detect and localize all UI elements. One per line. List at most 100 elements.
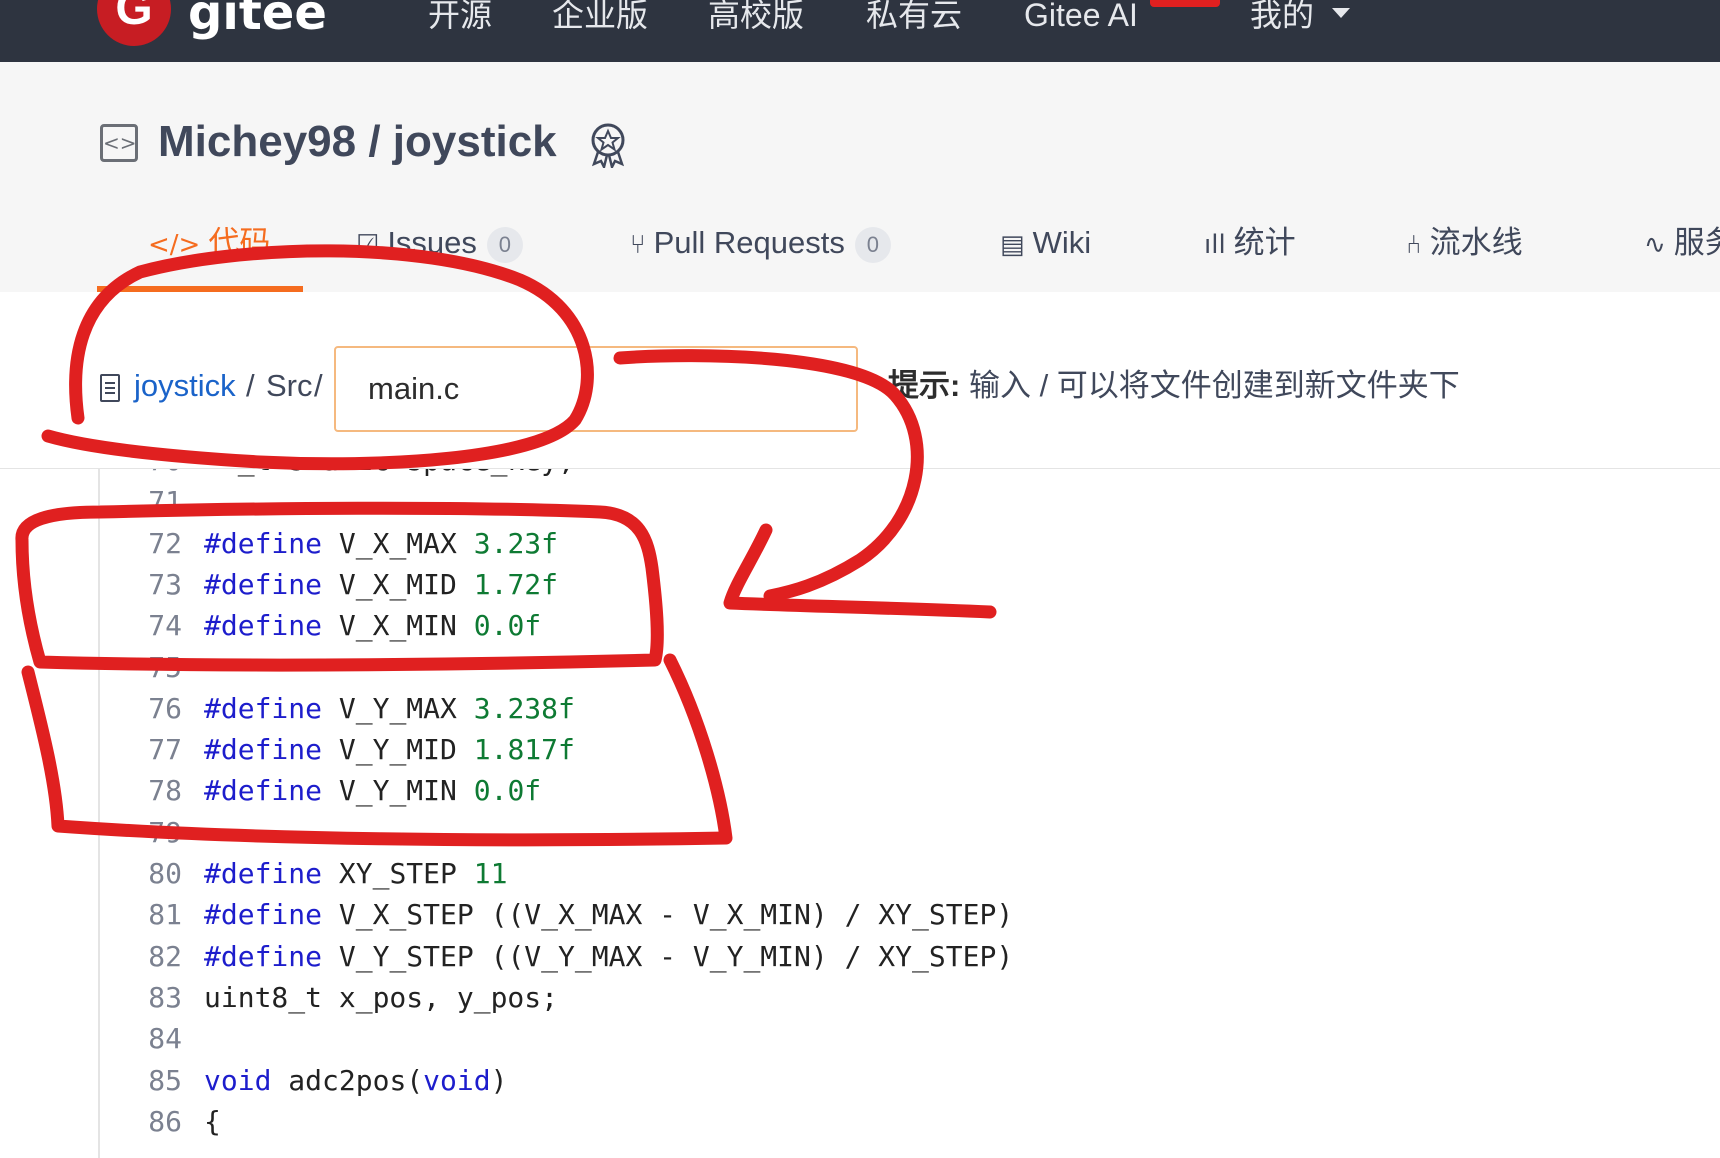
code-number: 1.72f bbox=[473, 567, 559, 601]
code-text: #define V_Y_MAX 3.238f bbox=[204, 689, 575, 729]
tab-service-label: 服务 bbox=[1673, 225, 1720, 260]
line-number: 71 bbox=[148, 485, 182, 519]
line-number: 81 bbox=[148, 898, 182, 932]
code-text: #define V_X_STEP ((V_X_MAX - V_X_MIN) / … bbox=[204, 895, 1013, 935]
pipeline-icon: ⑃ bbox=[1406, 230, 1422, 260]
line-number: 85 bbox=[148, 1063, 182, 1097]
nav-link-education[interactable]: 高校版 bbox=[708, 0, 804, 34]
code-keyword: #define bbox=[204, 939, 323, 973]
code-keyword: #define bbox=[204, 526, 323, 560]
code-line: 80 #define XY_STEP 11 bbox=[0, 854, 1720, 894]
tab-pull-requests[interactable]: ⑂ Pull Requests 0 bbox=[630, 222, 891, 266]
gitee-logo-text[interactable]: gitee bbox=[188, 0, 327, 38]
nav-link-mine[interactable]: 我的 bbox=[1250, 0, 1314, 34]
bar-chart-icon: ıll bbox=[1204, 230, 1226, 260]
breadcrumb-folder[interactable]: Src bbox=[266, 366, 313, 406]
line-number: 76 bbox=[148, 691, 182, 725]
line-number: 75 bbox=[148, 650, 182, 684]
code-text: { bbox=[204, 1102, 221, 1142]
code-line: 84 bbox=[0, 1019, 1720, 1059]
file-name-input[interactable] bbox=[334, 346, 858, 432]
tab-pull-requests-label: Pull Requests bbox=[653, 225, 845, 260]
code-text: _t static space_key; bbox=[204, 469, 575, 481]
code-identifier: V_Y_STEP ((V_Y_MAX - V_Y_MIN) / XY_STEP) bbox=[322, 939, 1014, 973]
code-identifier: ) bbox=[490, 1063, 508, 1097]
repo-title[interactable]: Michey98 / joystick bbox=[158, 116, 557, 168]
line-number: 78 bbox=[148, 774, 182, 808]
line-number: 74 bbox=[148, 609, 182, 643]
code-identifier: V_Y_MAX bbox=[322, 691, 474, 725]
line-number: 79 bbox=[148, 815, 182, 849]
code-editor[interactable]: 70 _t static space_key; 71 72 #define V_X_M… bbox=[0, 469, 1720, 1158]
line-number: 77 bbox=[148, 733, 182, 767]
nav-link-open-source[interactable]: 开源 bbox=[428, 0, 492, 34]
code-text: #define V_Y_STEP ((V_Y_MAX - V_Y_MIN) / … bbox=[204, 937, 1013, 977]
code-line: 86 { bbox=[0, 1102, 1720, 1142]
code-keyword: #define bbox=[204, 567, 323, 601]
code-line: 79 bbox=[0, 813, 1720, 853]
nav-link-gitee-ai[interactable]: Gitee AI bbox=[1024, 0, 1138, 34]
hint-text: 输入 / 可以将文件创建到新文件夹下 bbox=[968, 368, 1460, 403]
code-keyword: #define bbox=[204, 733, 323, 767]
code-line: 72 #define V_X_MAX 3.23f bbox=[0, 524, 1720, 564]
code-identifier: V_X_MIN bbox=[322, 609, 474, 643]
tab-stats[interactable]: ıll 统计 bbox=[1204, 222, 1296, 266]
line-number: 83 bbox=[148, 980, 182, 1014]
code-keyword: #define bbox=[204, 898, 323, 932]
code-number: 1.817f bbox=[473, 733, 575, 767]
tab-code[interactable]: </> 代码 bbox=[148, 222, 270, 266]
code-line: 74 #define V_X_MIN 0.0f bbox=[0, 606, 1720, 646]
code-line: 70 _t static space_key; bbox=[0, 469, 1720, 481]
nav-link-private-cloud[interactable]: 私有云 bbox=[866, 0, 962, 34]
code-identifier: { bbox=[204, 1104, 221, 1138]
code-text: #define V_Y_MID 1.817f bbox=[204, 730, 575, 770]
code-number: 3.238f bbox=[473, 691, 575, 725]
code-text: #define V_Y_MIN 0.0f bbox=[204, 771, 541, 811]
line-number: 84 bbox=[148, 1022, 182, 1056]
issues-count-badge: 0 bbox=[486, 226, 523, 263]
code-keyword: #define bbox=[204, 691, 323, 725]
code-text: #define V_X_MAX 3.23f bbox=[204, 524, 558, 564]
file-path-row bbox=[0, 292, 1720, 469]
code-text: #define V_X_MID 1.72f bbox=[204, 565, 558, 605]
code-identifier: V_Y_MID bbox=[322, 733, 474, 767]
code-line: 73 #define V_X_MID 1.72f bbox=[0, 565, 1720, 605]
code-identifier: uint8_t x_pos, y_pos; bbox=[204, 980, 559, 1014]
tab-wiki[interactable]: ▤ Wiki bbox=[1000, 222, 1091, 266]
new-badge bbox=[1150, 0, 1220, 7]
tab-service[interactable]: ∿服务 bbox=[1644, 222, 1720, 266]
issues-icon: ☑ bbox=[356, 230, 380, 260]
code-identifier: _t static space_key; bbox=[204, 469, 575, 477]
breadcrumb-repo-link[interactable]: joystick bbox=[134, 366, 236, 406]
gitee-logo-icon[interactable]: G bbox=[97, 0, 171, 46]
breadcrumb-separator: / bbox=[314, 368, 323, 403]
code-line: 81 #define V_X_STEP ((V_X_MAX - V_X_MIN) … bbox=[0, 895, 1720, 935]
code-line: 82 #define V_Y_STEP ((V_Y_MAX - V_Y_MIN) … bbox=[0, 937, 1720, 977]
code-text: uint8_t x_pos, y_pos; bbox=[204, 978, 558, 1018]
code-text: #define V_X_MIN 0.0f bbox=[204, 606, 541, 646]
code-text: void adc2pos(void) bbox=[204, 1061, 507, 1101]
line-number: 82 bbox=[148, 939, 182, 973]
top-navbar: G gitee 开源 企业版 高校版 私有云 Gitee AI 我的 bbox=[0, 0, 1720, 62]
code-line: 85 void adc2pos(void) bbox=[0, 1061, 1720, 1101]
recommended-badge-icon[interactable] bbox=[588, 122, 628, 168]
code-line: 83 uint8_t x_pos, y_pos; bbox=[0, 978, 1720, 1018]
code-keyword: #define bbox=[204, 609, 323, 643]
tab-issues[interactable]: ☑ Issues 0 bbox=[356, 222, 523, 266]
chevron-down-icon[interactable] bbox=[1332, 8, 1350, 18]
nav-link-enterprise[interactable]: 企业版 bbox=[552, 0, 648, 34]
code-identifier: V_X_MAX bbox=[322, 526, 474, 560]
tab-code-label: 代码 bbox=[208, 225, 271, 260]
code-number: 0.0f bbox=[473, 609, 542, 643]
code-identifier: V_X_STEP ((V_X_MAX - V_X_MIN) / XY_STEP) bbox=[322, 898, 1014, 932]
tab-pipeline-label: 流水线 bbox=[1429, 225, 1523, 260]
code-keyword: #define bbox=[204, 774, 323, 808]
code-number: 3.23f bbox=[473, 526, 559, 560]
line-number: 73 bbox=[148, 567, 182, 601]
code-identifier: adc2pos( bbox=[271, 1063, 424, 1097]
code-keyword: #define bbox=[204, 857, 323, 890]
pulse-icon: ∿ bbox=[1644, 230, 1666, 260]
tab-pipeline[interactable]: ⑃ 流水线 bbox=[1406, 222, 1523, 266]
tab-wiki-label: Wiki bbox=[1032, 225, 1092, 260]
pull-request-icon: ⑂ bbox=[630, 230, 646, 260]
